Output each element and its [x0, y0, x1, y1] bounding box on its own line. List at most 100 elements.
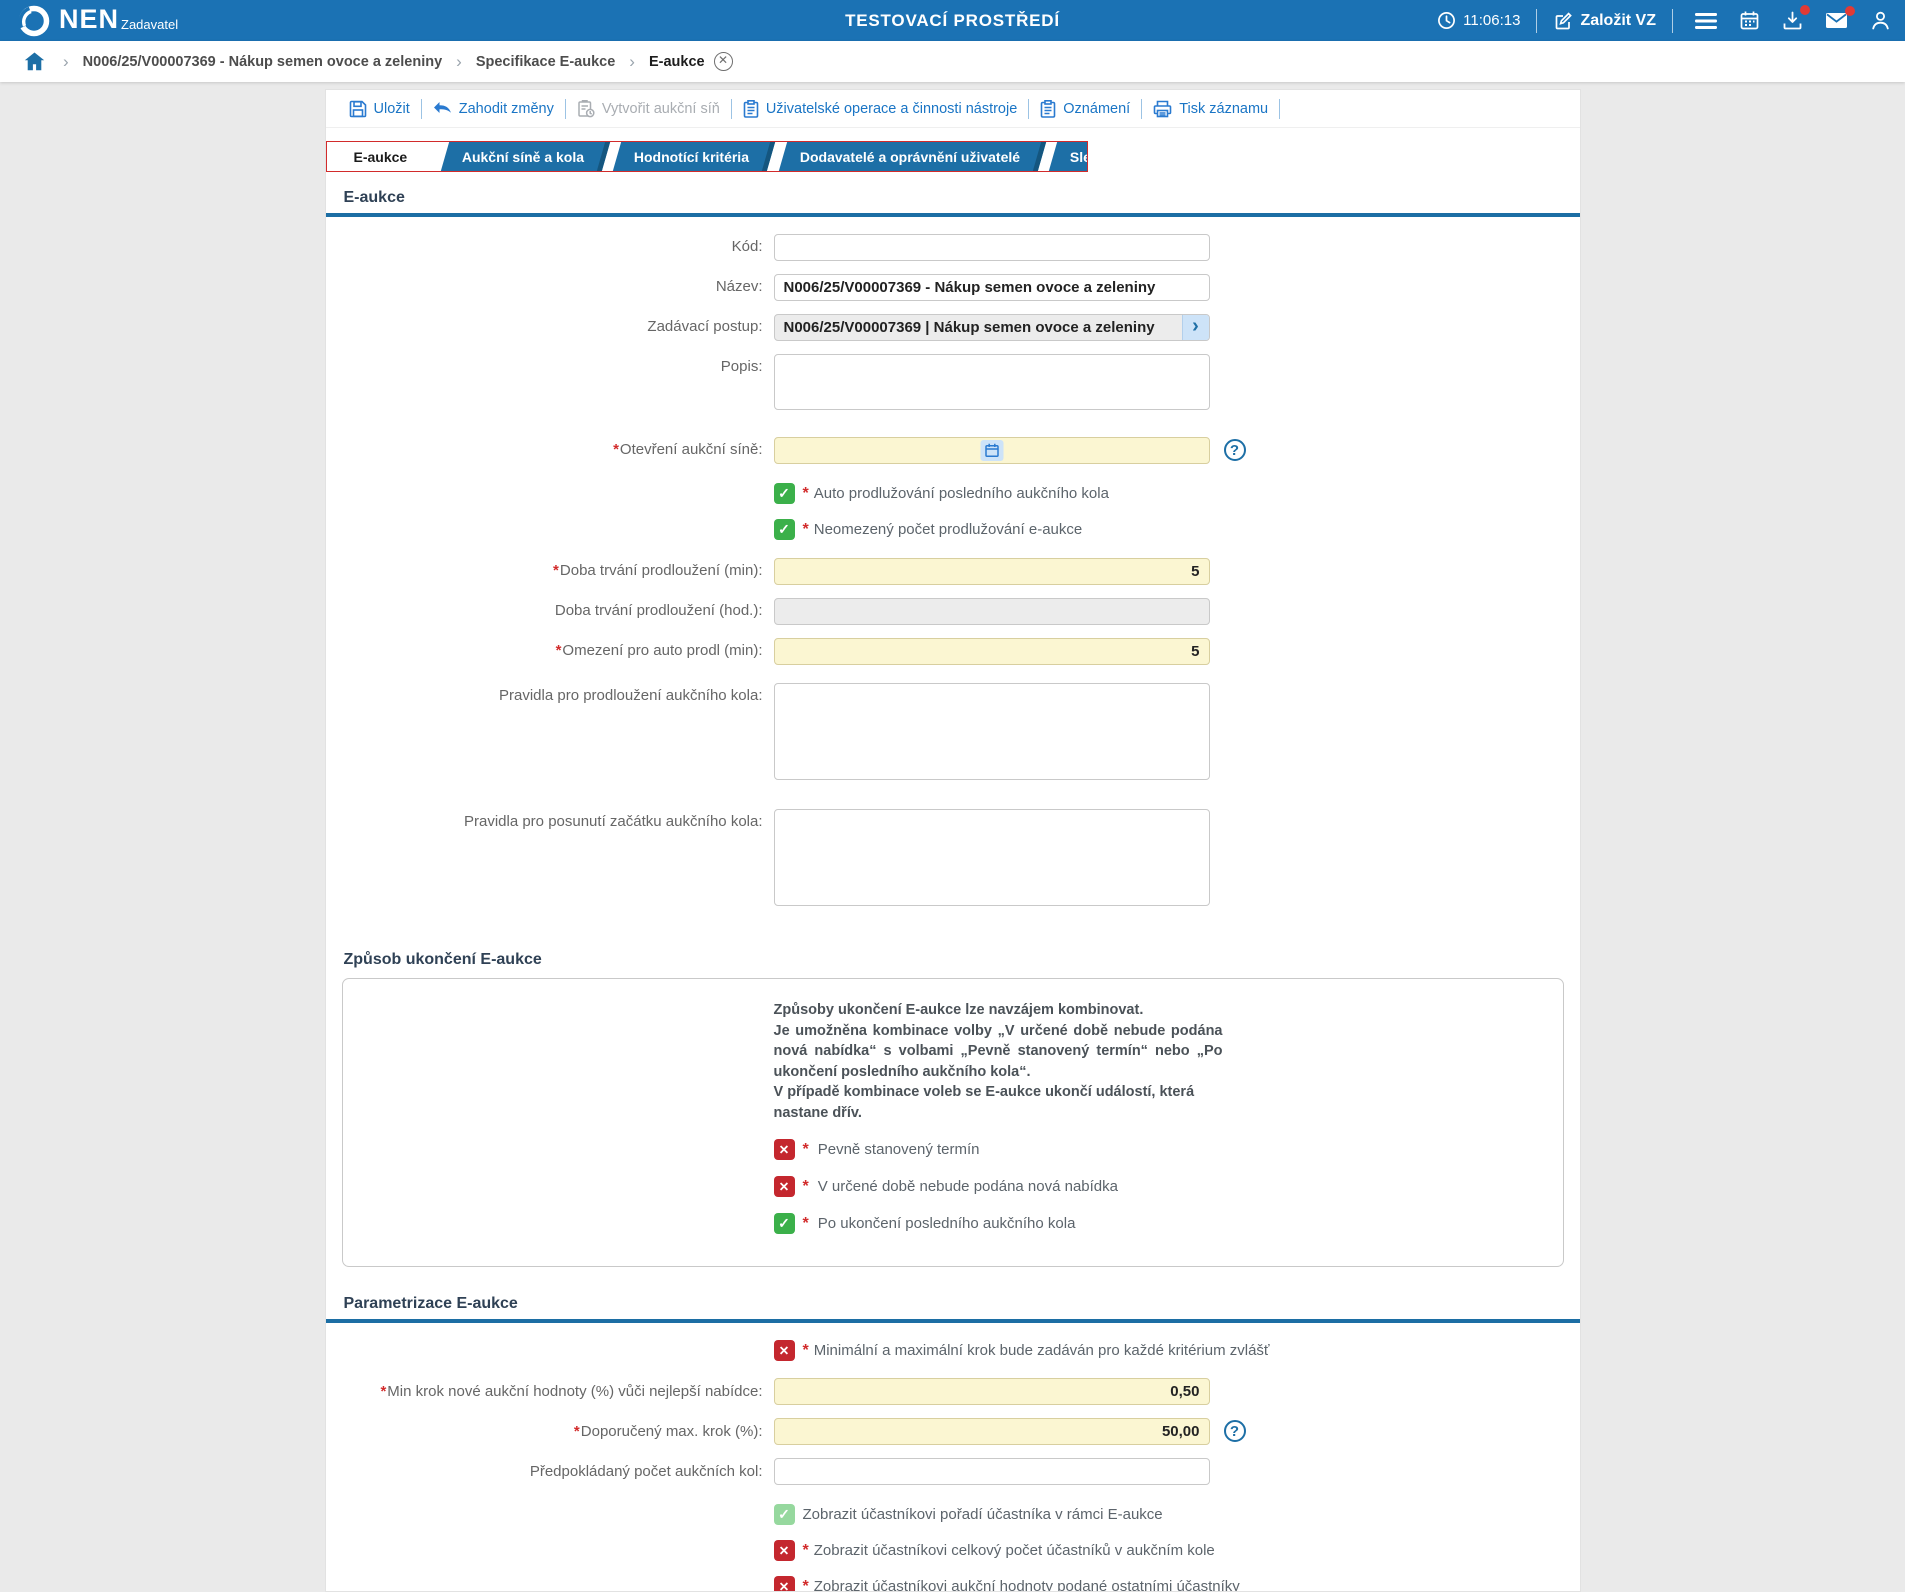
user-operations-button[interactable]: Uživatelské operace a činnosti nástroje [743, 99, 1017, 118]
checkbox-checked-icon[interactable] [773, 1213, 795, 1235]
note-line: Je umožněna kombinace volby „V určené do… [773, 1022, 1223, 1080]
otevreni-aukcni-sine-input[interactable] [773, 437, 1210, 464]
tab-sledovani[interactable]: Sledování [1048, 142, 1087, 171]
checkbox-unchecked-icon[interactable] [773, 1176, 795, 1198]
required-mark: * [553, 562, 559, 580]
popis-textarea[interactable] [773, 354, 1210, 410]
note-line: V případě kombinace voleb se E-aukce uko… [773, 1084, 1195, 1121]
field-label: *Omezení pro auto prodl (min): [555, 642, 763, 660]
pravidla-prodlouzeni-textarea[interactable] [773, 683, 1210, 780]
checkbox-label: Pevně stanovený termín [817, 1141, 980, 1159]
nen-logo-icon [18, 5, 50, 37]
section-underline [325, 1319, 1580, 1324]
field-popis: Popis: [342, 354, 1564, 415]
create-vz-label: Založit VZ [1580, 11, 1656, 29]
create-vz-button[interactable]: Založit VZ [1553, 11, 1656, 31]
checkbox-label: Neomezený počet prodlužování e-aukce [813, 521, 1083, 538]
checkbox-checked-icon[interactable] [773, 519, 795, 540]
open-reference-button[interactable] [1181, 315, 1209, 340]
required-mark: * [555, 642, 562, 660]
brand-subtitle: Zadavatel [121, 17, 179, 32]
nazev-input[interactable] [773, 274, 1210, 301]
field-doba-trvani-hod: Doba trvání prodloužení (hod.): [342, 598, 1564, 625]
messages-badge [1845, 6, 1855, 16]
check-po-ukonceni-kola: * Po ukončení posledního aukčního kola [773, 1213, 1539, 1235]
checkbox-label: V určené době nebude podána nová nabídka [817, 1178, 1118, 1196]
printer-icon [1153, 100, 1172, 117]
min-krok-input[interactable] [773, 1378, 1210, 1406]
breadcrumb-item-current: E-aukce [648, 53, 705, 70]
end-methods-note: Způsoby ukončení E-aukce lze navzájem ko… [774, 1000, 1223, 1123]
toolbar-divider [730, 98, 732, 119]
checkbox-unchecked-icon[interactable] [773, 1340, 795, 1362]
checkbox-unchecked-icon[interactable] [773, 1576, 795, 1591]
tab-label: Dodavatelé a oprávnění uživatelé [799, 148, 1020, 165]
checkbox-checked-icon[interactable] [773, 483, 795, 504]
calendar-button[interactable] [1733, 6, 1766, 35]
record-toolbar: Uložit Zahodit změny Vytvořit aukční síň… [325, 90, 1580, 128]
breadcrumb-item-specification[interactable]: Specifikace E-aukce [476, 54, 615, 70]
inbox-button[interactable] [1776, 5, 1810, 35]
check-celkovy-pocet: * Zobrazit účastníkovi celkový počet úča… [342, 1540, 1564, 1562]
omezeni-auto-prodl-input[interactable] [773, 638, 1210, 665]
save-icon [349, 100, 366, 117]
nen-logo[interactable]: NEN Zadavatel [16, 1, 178, 39]
home-button[interactable] [24, 52, 45, 71]
breadcrumb-item-procedure[interactable]: N006/25/V00007369 - Nákup semen ovoce a … [83, 54, 442, 70]
envelope-icon [1826, 13, 1847, 28]
max-krok-input[interactable] [773, 1418, 1210, 1446]
kod-input[interactable] [773, 234, 1210, 261]
tab-label: E-aukce [353, 148, 408, 165]
field-pravidla-posunuti: Pravidla pro posunutí začátku aukčního k… [342, 809, 1564, 911]
toolbar-divider [1028, 98, 1030, 119]
toolbar-divider [1141, 98, 1143, 119]
close-tab-icon[interactable] [713, 52, 733, 71]
menu-button[interactable] [1689, 8, 1723, 34]
content-card: Uložit Zahodit změny Vytvořit aukční síň… [324, 89, 1581, 1592]
section-underline [325, 213, 1580, 217]
breadcrumb: N006/25/V00007369 - Nákup semen ovoce a … [0, 41, 1905, 82]
toolbar-divider [564, 98, 566, 119]
tab-hodnotici-kriteria[interactable]: Hodnotící kritéria [613, 142, 776, 171]
download-tray-icon [1783, 11, 1802, 30]
pravidla-posunuti-textarea[interactable] [773, 809, 1210, 906]
help-icon[interactable] [1223, 439, 1246, 461]
checkbox-label: Zobrazit účastníkovi pořadí účastníka v … [802, 1506, 1163, 1524]
notices-button[interactable]: Oznámení [1040, 99, 1130, 118]
field-omezeni-auto-prodl: *Omezení pro auto prodl (min): [342, 638, 1564, 665]
checkbox-label: Auto prodlužování posledního aukčního ko… [813, 485, 1109, 502]
user-button[interactable] [1864, 6, 1897, 35]
divider [1672, 8, 1673, 33]
discard-changes-button[interactable]: Zahodit změny [433, 100, 554, 117]
required-mark: * [802, 520, 809, 538]
zadavaci-postup-input [773, 314, 1210, 341]
pocet-kol-input[interactable] [773, 1458, 1210, 1486]
discard-changes-label: Zahodit změny [458, 100, 554, 117]
undo-icon [433, 102, 451, 113]
tab-e-aukce[interactable]: E-aukce [326, 142, 435, 171]
help-icon[interactable] [1223, 1420, 1246, 1443]
doba-trvani-min-input[interactable] [773, 558, 1210, 585]
checkbox-unchecked-icon[interactable] [773, 1540, 795, 1562]
field-max-krok: *Doporučený max. krok (%): [342, 1418, 1564, 1446]
messages-button[interactable] [1819, 6, 1855, 34]
field-pravidla-prodlouzeni: Pravidla pro prodloužení aukčního kola: [342, 683, 1564, 785]
toolbar-divider [1279, 98, 1281, 119]
calendar-picker-icon[interactable] [980, 440, 1003, 461]
clipboard-icon [1040, 99, 1056, 118]
save-label: Uložit [373, 100, 410, 117]
field-label: Pravidla pro posunutí začátku aukčního k… [463, 813, 763, 830]
topbar-actions: 11:06:13 Založit VZ [1437, 0, 1897, 41]
tab-dodavatele-a-opravneni-uzivatele[interactable]: Dodavatelé a oprávnění uživatelé [778, 142, 1046, 171]
breadcrumb-separator [456, 52, 462, 72]
field-zadavaci-postup: Zadávací postup: [342, 314, 1564, 341]
tab-aukcni-sine-a-kola[interactable]: Aukční síně a kola [441, 142, 611, 171]
checkbox-unchecked-icon[interactable] [773, 1139, 795, 1161]
field-label: Předpokládaný počet aukčních kol: [529, 1462, 763, 1480]
check-min-max-krok: * Minimální a maximální krok bude zadává… [342, 1340, 1564, 1362]
field-kod: Kód: [342, 234, 1564, 261]
print-record-button[interactable]: Tisk záznamu [1153, 100, 1268, 118]
save-button[interactable]: Uložit [349, 100, 410, 118]
field-label: *Doporučený max. krok (%): [573, 1422, 763, 1440]
required-mark: * [573, 1422, 580, 1440]
